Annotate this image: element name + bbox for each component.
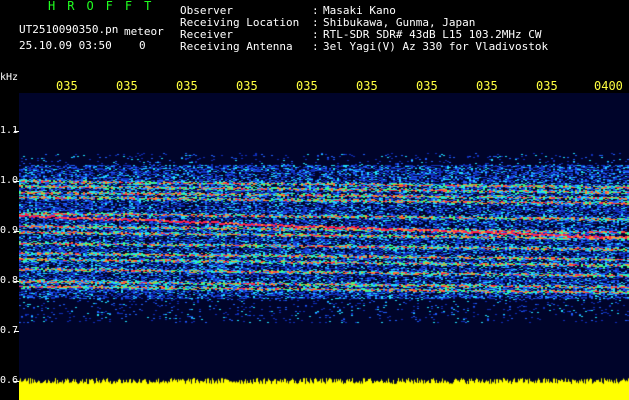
mode-label: meteor [124,25,164,38]
counter-label: 0 [139,39,146,52]
spectrogram-canvas [19,93,629,400]
time-tick-label: 035 [416,79,438,93]
time-tick-label: 035 [176,79,198,93]
time-tick-label: 0400 [594,79,623,93]
filename-label: UT2510090350.pn [19,23,119,36]
time-axis: 035 035 035 035 035 035 035 035 035 0400 [0,79,629,93]
meta-row-antenna: Receiving Antenna:3el Yagi(V) Az 330 for… [180,40,549,53]
meta-value: 3el Yagi(V) Az 330 for Vladivostok [323,40,549,53]
datetime-label: 25.10.09 03:50 [19,39,112,52]
time-tick-label: 035 [536,79,558,93]
spectrogram-plot [19,93,629,400]
time-tick-label: 035 [116,79,138,93]
time-tick-label: 035 [56,79,78,93]
app-title: HROFFT [48,0,164,13]
time-tick-label: 035 [296,79,318,93]
time-tick-label: 035 [476,79,498,93]
meta-key: Receiving Antenna [180,40,293,53]
time-tick-label: 035 [236,79,258,93]
time-tick-label: 035 [356,79,378,93]
observation-metadata: Observer: Masaki Kano Receiving Location:… [180,5,548,53]
